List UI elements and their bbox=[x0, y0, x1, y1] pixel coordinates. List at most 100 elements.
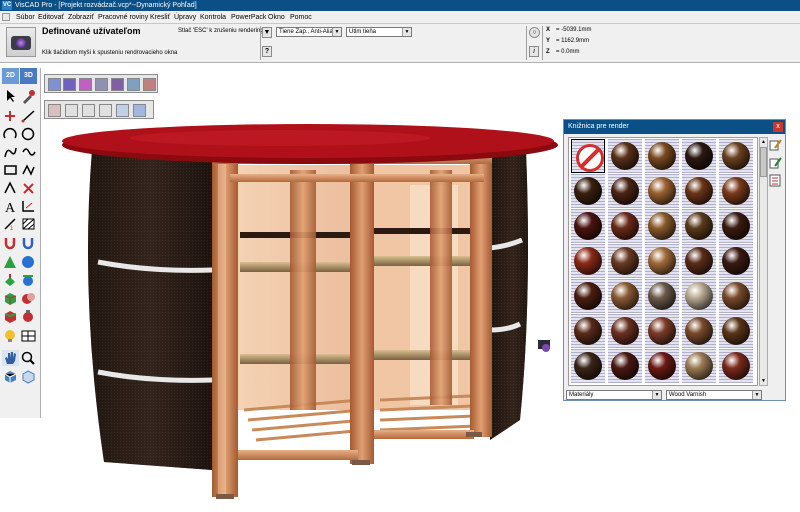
material-swatch[interactable] bbox=[682, 174, 716, 208]
menu-view[interactable]: Zobraziť bbox=[68, 13, 94, 22]
pan-tool-button[interactable] bbox=[2, 350, 19, 366]
material-swatch[interactable] bbox=[608, 314, 642, 348]
snap-tool-button[interactable] bbox=[20, 234, 37, 250]
material-swatch[interactable] bbox=[608, 139, 642, 173]
library-new-button[interactable] bbox=[769, 156, 782, 169]
view-wire-button[interactable] bbox=[20, 368, 37, 384]
library-edit-button[interactable] bbox=[769, 138, 782, 151]
material-swatch[interactable] bbox=[645, 279, 679, 313]
scroll-thumb[interactable] bbox=[760, 147, 767, 177]
menu-draw[interactable]: Kresliť bbox=[150, 13, 170, 22]
measure-tool-button[interactable]: 1 bbox=[2, 216, 19, 232]
distribute-icon[interactable] bbox=[116, 104, 129, 117]
menu-edit[interactable]: Editovať bbox=[38, 13, 64, 22]
sphere-tool-button[interactable] bbox=[20, 254, 37, 270]
material-swatch[interactable] bbox=[608, 174, 642, 208]
document-icon[interactable] bbox=[2, 13, 10, 21]
line-tool-button[interactable] bbox=[20, 108, 37, 124]
delete-tool-button[interactable] bbox=[20, 180, 37, 196]
select-arrow-button[interactable] bbox=[2, 88, 19, 104]
menu-powerpack[interactable]: PowerPack bbox=[231, 13, 266, 22]
material-combo[interactable]: Wood Varnish ▼ bbox=[666, 390, 762, 400]
material-swatch[interactable] bbox=[719, 209, 753, 243]
view-3d-button[interactable]: 3D bbox=[20, 68, 37, 84]
text-tool-button[interactable]: A bbox=[2, 198, 19, 214]
align-left-icon[interactable] bbox=[65, 104, 78, 117]
view-2d-button[interactable]: 2D bbox=[2, 68, 19, 84]
material-swatch[interactable] bbox=[571, 279, 605, 313]
material-swatch[interactable] bbox=[645, 244, 679, 278]
material-swatch[interactable] bbox=[719, 244, 753, 278]
rectangle-tool-button[interactable] bbox=[2, 162, 19, 178]
material-swatch[interactable] bbox=[682, 139, 716, 173]
menu-window[interactable]: Okno bbox=[268, 13, 285, 22]
material-swatch[interactable] bbox=[608, 244, 642, 278]
info-button[interactable]: i bbox=[529, 46, 539, 57]
close-icon[interactable]: x bbox=[773, 122, 783, 132]
material-swatch[interactable] bbox=[645, 349, 679, 383]
material-swatch[interactable] bbox=[645, 174, 679, 208]
trim-tool-button[interactable] bbox=[2, 180, 19, 196]
material-swatch[interactable] bbox=[682, 349, 716, 383]
scroll-up-icon[interactable]: ▲ bbox=[760, 138, 767, 146]
dimension-tool-button[interactable] bbox=[20, 198, 37, 214]
material-swatch[interactable] bbox=[571, 244, 605, 278]
material-tool-button[interactable] bbox=[2, 308, 19, 324]
solid-tool-button[interactable] bbox=[2, 290, 19, 306]
material-swatch[interactable] bbox=[571, 349, 605, 383]
menu-help[interactable]: Pomoc bbox=[290, 13, 312, 22]
point-tool-button[interactable] bbox=[2, 108, 19, 124]
extrude-tool-button[interactable] bbox=[2, 272, 19, 288]
revolve-tool-button[interactable] bbox=[20, 272, 37, 288]
material-swatch[interactable] bbox=[608, 349, 642, 383]
render-material-icon[interactable] bbox=[111, 78, 124, 91]
render-camera-icon[interactable] bbox=[48, 78, 61, 91]
render-settings-button[interactable] bbox=[20, 308, 37, 324]
material-swatch[interactable] bbox=[608, 279, 642, 313]
target-icon-button[interactable]: ○ bbox=[529, 27, 540, 38]
render-region-icon[interactable] bbox=[79, 78, 92, 91]
transform-icon[interactable] bbox=[133, 104, 146, 117]
material-swatch[interactable] bbox=[571, 314, 605, 348]
polyline-tool-button[interactable] bbox=[20, 162, 37, 178]
menu-check[interactable]: Kontrola bbox=[200, 13, 226, 22]
material-swatch[interactable] bbox=[645, 314, 679, 348]
eyedropper-button[interactable] bbox=[20, 88, 37, 104]
circle-tool-button[interactable] bbox=[20, 126, 37, 142]
shadows-combo[interactable]: Tiene Zap., Anti-Alia ▼ bbox=[276, 27, 342, 37]
material-swatch[interactable] bbox=[719, 139, 753, 173]
no-material-swatch[interactable] bbox=[571, 139, 605, 173]
material-swatch[interactable] bbox=[645, 139, 679, 173]
light-tool-button[interactable] bbox=[2, 328, 19, 344]
dropdown-arrow-button[interactable]: ▼ bbox=[262, 27, 272, 38]
surface-tool-button[interactable] bbox=[2, 254, 19, 270]
shading-combo[interactable]: Utlm tieňa ▼ bbox=[346, 27, 412, 37]
material-swatch[interactable] bbox=[571, 209, 605, 243]
material-swatch[interactable] bbox=[719, 174, 753, 208]
material-swatch[interactable] bbox=[682, 279, 716, 313]
material-swatch[interactable] bbox=[682, 314, 716, 348]
modify-tool-button[interactable] bbox=[2, 234, 19, 250]
render-settings-icon[interactable] bbox=[143, 78, 156, 91]
align-right-icon[interactable] bbox=[99, 104, 112, 117]
hatch-tool-button[interactable] bbox=[20, 216, 37, 232]
render-light-icon[interactable] bbox=[127, 78, 140, 91]
material-swatch[interactable] bbox=[682, 244, 716, 278]
view-cube-button[interactable] bbox=[2, 368, 19, 384]
material-swatch[interactable] bbox=[608, 209, 642, 243]
render-view-icon[interactable] bbox=[63, 78, 76, 91]
display-tool-button[interactable] bbox=[20, 328, 37, 344]
align-center-icon[interactable] bbox=[82, 104, 95, 117]
category-combo[interactable]: Materiály ▼ bbox=[566, 390, 662, 400]
menu-modify[interactable]: Úpravy bbox=[174, 13, 196, 22]
material-swatch[interactable] bbox=[645, 209, 679, 243]
render-camera-button[interactable] bbox=[6, 27, 36, 57]
material-swatch[interactable] bbox=[682, 209, 716, 243]
library-list-button[interactable] bbox=[769, 174, 782, 187]
material-swatch[interactable] bbox=[719, 314, 753, 348]
render-scene-icon[interactable] bbox=[95, 78, 108, 91]
snap-magnet-icon[interactable] bbox=[48, 104, 61, 117]
menu-file[interactable]: Súbor bbox=[16, 13, 35, 22]
help-button[interactable]: ? bbox=[262, 46, 272, 57]
boolean-tool-button[interactable] bbox=[20, 290, 37, 306]
